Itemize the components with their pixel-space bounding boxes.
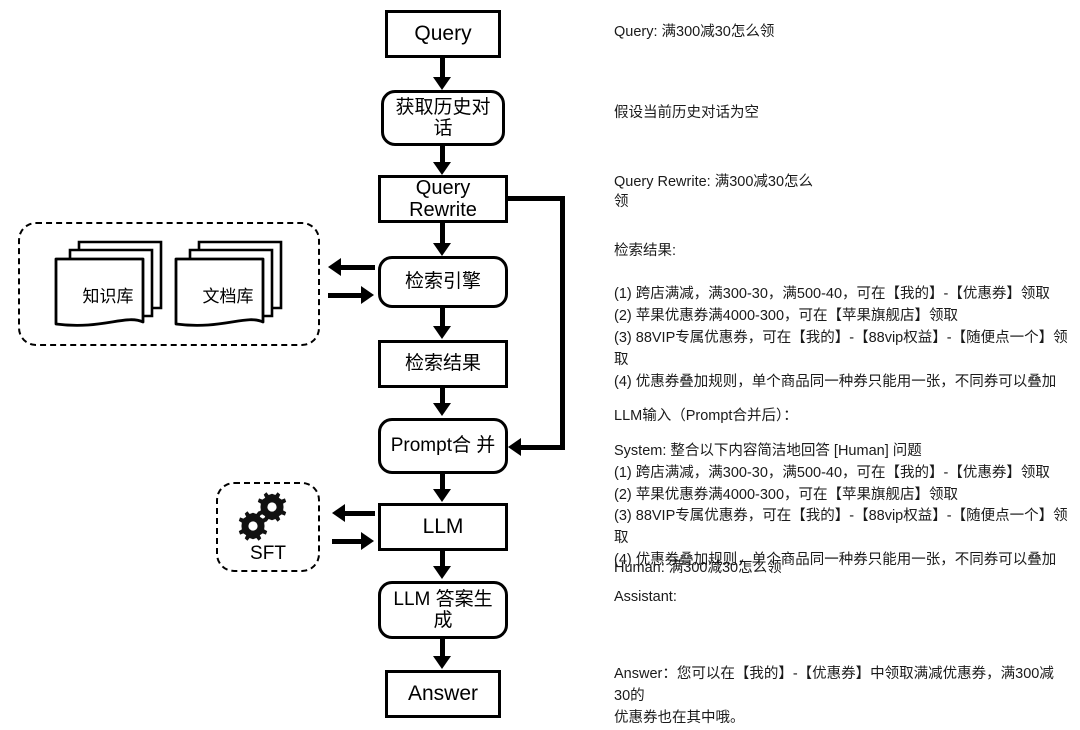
node-retrieval-results[interactable]: 检索结果	[378, 340, 508, 388]
arrow-answer-generation-to-answer	[433, 656, 451, 669]
arrow-history-to-rewrite	[433, 162, 451, 175]
annotation-assistant: Assistant:	[614, 589, 677, 605]
connector-llm-to-sft	[345, 511, 375, 516]
doc-stack-knowledge-base-label: 知识库	[82, 287, 134, 306]
annotation-query: Query: 满300减30怎么领	[614, 24, 775, 40]
node-answer[interactable]: Answer	[385, 670, 501, 718]
arrow-engine-to-results	[433, 326, 451, 339]
node-query-label: Query	[414, 22, 472, 46]
annotation-llm-input-heading: LLM输入（Prompt合并后）：	[614, 408, 798, 424]
connector-rewrite-to-engine	[440, 223, 445, 244]
connector-query-to-history	[440, 58, 445, 78]
arrow-results-to-prompt	[433, 403, 451, 416]
annotation-answer: Answer：您可以在【我的】-【优惠券】中领取满减优惠券，满300减30的 优…	[614, 666, 1054, 726]
node-llm-answer-generation[interactable]: LLM 答案生成	[378, 581, 508, 639]
connector-sft-to-llm	[332, 539, 362, 544]
node-query[interactable]: Query	[385, 10, 501, 58]
annotation-llm-input-body: System: 整合以下内容简洁地回答 [Human] 问题 (1) 跨店满减，…	[614, 443, 1068, 568]
node-retrieval-engine[interactable]: 检索引擎	[378, 256, 508, 308]
connector-llm-to-answer-generation	[440, 551, 445, 567]
node-llm-answer-generation-label: LLM 答案生成	[393, 588, 493, 631]
connector-answer-generation-to-answer	[440, 639, 445, 657]
node-prompt-merge[interactable]: Prompt合 并	[378, 418, 508, 474]
arrow-llm-to-sft	[332, 504, 345, 522]
node-retrieval-engine-label: 检索引擎	[404, 271, 481, 293]
arrow-rewrite-to-engine	[433, 243, 451, 256]
loop-segment-right	[560, 196, 565, 450]
annotation-history: 假设当前历史对话为空	[614, 105, 759, 121]
connector-prompt-to-llm	[440, 474, 445, 490]
doc-stack-document-library[interactable]: 文档库	[168, 236, 288, 336]
annotation-query-rewrite: Query Rewrite: 满300减30怎么 领	[614, 174, 814, 210]
connector-engine-to-results	[440, 308, 445, 326]
connector-history-to-rewrite	[440, 146, 445, 163]
node-query-rewrite[interactable]: Query Rewrite	[378, 175, 508, 223]
gear-icon	[238, 492, 287, 541]
node-prompt-merge-label: Prompt合 并	[390, 435, 496, 457]
node-llm[interactable]: LLM	[378, 503, 508, 551]
diagram-canvas: Query 获取历史对 话 Query Rewrite 检索引擎 检索结果 Pr…	[0, 0, 1080, 730]
arrow-llm-to-answer-generation	[433, 566, 451, 579]
connector-results-to-prompt	[440, 388, 445, 404]
connector-engine-to-kb	[341, 265, 375, 270]
node-retrieval-results-label: 检索结果	[404, 353, 481, 375]
arrow-engine-to-kb	[328, 258, 341, 276]
node-answer-label: Answer	[407, 682, 479, 706]
loop-segment-top	[505, 196, 565, 201]
doc-stack-document-library-label: 文档库	[202, 287, 254, 306]
annotation-human: Human: 满300减30怎么领	[614, 560, 782, 576]
connector-kb-to-engine	[328, 293, 362, 298]
annotation-retrieval-items: (1) 跨店满减，满300-30，满500-40，可在【我的】-【优惠券】领取 …	[614, 286, 1068, 391]
sft-label: SFT	[250, 543, 286, 564]
arrow-prompt-to-llm	[433, 489, 451, 502]
sft-gears[interactable]	[232, 490, 306, 546]
arrow-sft-to-llm	[361, 532, 374, 550]
doc-stack-knowledge-base[interactable]: 知识库	[48, 236, 168, 336]
node-get-history[interactable]: 获取历史对 话	[381, 90, 505, 146]
arrow-kb-to-engine	[361, 286, 374, 304]
arrow-loop-into-prompt-merge	[508, 438, 521, 456]
node-query-rewrite-label: Query Rewrite	[409, 176, 477, 221]
annotation-retrieval-heading: 检索结果:	[614, 243, 677, 259]
loop-segment-bottom	[521, 445, 565, 450]
arrow-query-to-history	[433, 77, 451, 90]
node-llm-label: LLM	[422, 515, 464, 539]
node-get-history-label: 获取历史对 话	[395, 96, 491, 139]
